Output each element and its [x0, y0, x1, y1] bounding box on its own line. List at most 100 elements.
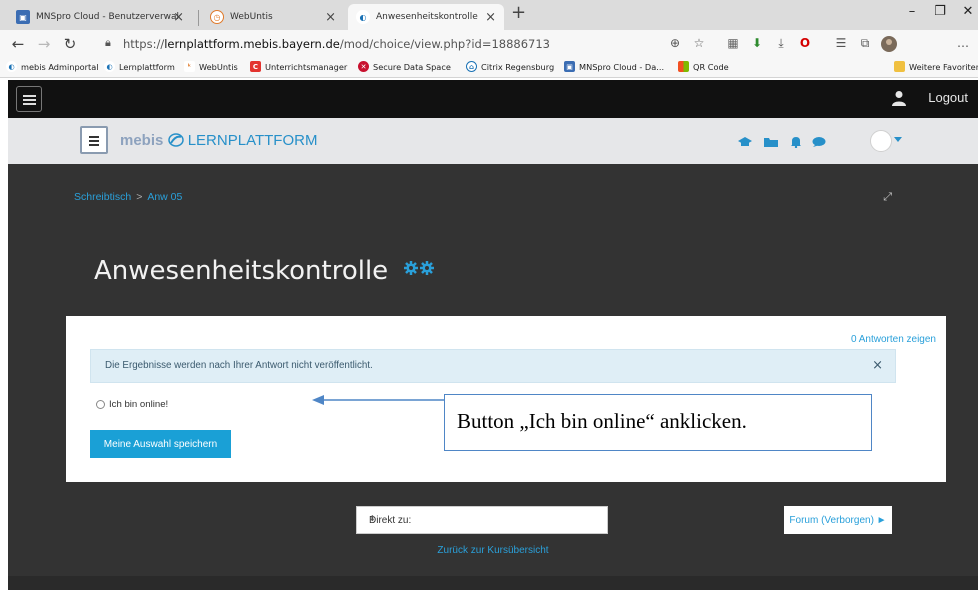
browser-tab-mnspro[interactable]: ▣ MNSpro Cloud - Benutzerverwal ×	[8, 4, 192, 30]
favorite-label: WebUntis	[199, 61, 238, 72]
browser-tab-anwesenheitskontrolle[interactable]: ◐ Anwesenheitskontrolle ×	[348, 4, 504, 30]
chevron-down-icon[interactable]	[894, 137, 902, 142]
gear-icon[interactable]	[420, 261, 434, 275]
address-bar-row: ← → ↻ 🔒︎ https://lernplattform.mebis.bay…	[0, 30, 978, 58]
extension-icon[interactable]: ▦	[724, 36, 742, 50]
new-tab-button[interactable]: +	[511, 2, 526, 23]
url-field[interactable]: https://lernplattform.mebis.bayern.de/mo…	[123, 37, 550, 51]
chat-bubble-icon[interactable]	[812, 137, 826, 147]
url-path: /mod/choice/view.php?id=18886713	[339, 37, 550, 51]
info-alert: Die Ergebnisse werden nach Ihrer Antwort…	[90, 349, 896, 383]
downloads-icon[interactable]: ⤓	[772, 36, 790, 51]
browser-tab-label: MNSpro Cloud - Benutzerverwal	[36, 12, 180, 22]
zoom-icon[interactable]: ⊕	[666, 36, 684, 50]
favorite-label: mebis Adminportal	[21, 61, 99, 72]
favorite-label: Secure Data Space	[373, 61, 451, 72]
page-body: Schreibtisch > Anw 05 ⤢ Anwesenheitskontro…	[8, 164, 978, 590]
gear-icon[interactable]	[404, 261, 418, 275]
drawer-toggle-button[interactable]	[16, 86, 42, 112]
instruction-callout: Button „Ich bin online“ anklicken.	[444, 394, 872, 451]
forum-next-button[interactable]: Forum (Verborgen) ►	[784, 506, 892, 534]
lock-icon[interactable]: 🔒︎	[105, 36, 111, 50]
forward-button[interactable]: →	[34, 35, 54, 53]
mebis-icon: ◐	[6, 61, 17, 72]
browser-tab-webuntis[interactable]: ◷ WebUntis ×	[202, 4, 344, 30]
breadcrumb: Schreibtisch > Anw 05	[74, 191, 182, 203]
mnspro-favicon-icon: ▣	[16, 10, 30, 24]
folder-icon[interactable]	[764, 137, 778, 147]
url-prefix: https://	[123, 37, 165, 51]
maximize-button[interactable]: ❐	[928, 4, 952, 19]
favorite-unterrichtsmanager[interactable]: C Unterrichtsmanager	[250, 61, 347, 72]
graduation-cap-icon[interactable]	[738, 137, 752, 147]
user-avatar[interactable]	[870, 130, 892, 152]
breadcrumb-current-link[interactable]: Anw 05	[147, 191, 182, 203]
opera-extension-icon[interactable]: O	[796, 36, 814, 50]
favorite-qr-code[interactable]: QR Code	[678, 61, 729, 72]
close-window-button[interactable]: ✕	[956, 4, 978, 19]
back-to-course-link[interactable]: Zurück zur Kursübersicht	[8, 545, 978, 556]
more-options-icon[interactable]: …	[954, 36, 972, 50]
mebis-favicon-icon: ◐	[356, 10, 370, 24]
breadcrumb-home-link[interactable]: Schreibtisch	[74, 191, 131, 203]
course-menu-button[interactable]	[80, 126, 108, 154]
bell-icon[interactable]	[790, 136, 802, 148]
close-tab-icon[interactable]: ×	[485, 10, 496, 25]
favorite-citrix-regensburg[interactable]: ⌂ Citrix Regensburg	[466, 61, 554, 72]
logo-lernplattform-text: LERNPLATTFORM	[187, 132, 318, 149]
webuntis-favicon-icon: ◷	[210, 10, 224, 24]
refresh-button[interactable]: ↻	[60, 35, 80, 53]
choice-card: 0 Antworten zeigen Die Ergebnisse werden…	[66, 316, 946, 482]
top-navbar: Logout	[8, 80, 978, 118]
option-label: Ich bin online!	[109, 399, 169, 410]
back-button[interactable]: ←	[8, 35, 28, 53]
favorite-star-icon[interactable]: ☆	[690, 36, 708, 50]
show-responses-link[interactable]: 0 Antworten zeigen	[851, 334, 936, 345]
favorites-list-icon[interactable]: ☰	[832, 36, 850, 50]
alert-text: Die Ergebnisse werden nach Ihrer Antwort…	[105, 360, 373, 371]
logo-mebis-text: mebis	[120, 132, 164, 149]
favorites-bar: ◐ mebis Adminportal ◐ Lernplattform ᵏ We…	[0, 58, 978, 78]
webuntis-icon: ᵏ	[184, 61, 195, 72]
mnspro-icon: ▣	[564, 61, 575, 72]
arrow-left-icon	[312, 395, 446, 405]
logout-link[interactable]: Logout	[928, 90, 968, 105]
favorite-secure-data-space[interactable]: ✕ Secure Data Space	[358, 61, 451, 72]
favorite-label: MNSpro Cloud - Da...	[579, 61, 665, 72]
mebis-swirl-icon	[167, 133, 184, 147]
settings-gears[interactable]	[404, 261, 434, 275]
favorite-mebis-adminportal[interactable]: ◐ mebis Adminportal	[6, 61, 99, 72]
mebis-icon: ◐	[104, 61, 115, 72]
favorite-mnspro-cloud[interactable]: ▣ MNSpro Cloud - Da...	[564, 61, 664, 72]
minimize-button[interactable]: –	[900, 4, 924, 19]
download-extension-icon[interactable]: ⬇	[748, 36, 766, 50]
page-title: Anwesenheitskontrolle	[94, 256, 389, 286]
save-choice-button[interactable]: Meine Auswahl speichern	[90, 430, 231, 458]
favorite-lernplattform[interactable]: ◐ Lernplattform	[104, 61, 175, 72]
secure-data-space-icon: ✕	[358, 61, 369, 72]
page-left-margin	[0, 80, 8, 590]
radio-button[interactable]	[96, 400, 105, 409]
favorite-label: Lernplattform	[119, 61, 175, 72]
favorite-label: QR Code	[693, 61, 729, 72]
citrix-icon: ⌂	[466, 61, 477, 72]
favorite-webuntis[interactable]: ᵏ WebUntis	[184, 61, 238, 72]
url-host: lernplattform.mebis.bayern.de	[164, 37, 340, 51]
mebis-header: mebis LERNPLATTFORM	[8, 118, 978, 164]
expand-icon[interactable]: ⤢	[883, 190, 892, 204]
collections-icon[interactable]: ⧉	[856, 36, 874, 51]
favorite-label: Citrix Regensburg	[481, 61, 555, 72]
qr-code-icon	[678, 61, 689, 72]
close-tab-icon[interactable]: ×	[173, 10, 184, 25]
footer-strip	[8, 576, 978, 590]
jump-to-select[interactable]: Direkt zu: ⬍	[356, 506, 608, 534]
close-icon[interactable]: ×	[872, 358, 883, 373]
profile-avatar-icon[interactable]	[880, 36, 898, 55]
browser-tab-label: Anwesenheitskontrolle	[376, 12, 478, 22]
option-ich-bin-online[interactable]: Ich bin online!	[96, 399, 168, 410]
mebis-logo[interactable]: mebis LERNPLATTFORM	[120, 132, 317, 149]
close-tab-icon[interactable]: ×	[325, 10, 336, 25]
select-arrows-icon: ⬍	[369, 514, 376, 523]
unterrichtsmanager-icon: C	[250, 61, 261, 72]
other-favorites[interactable]: Weitere Favoriten	[894, 61, 978, 72]
